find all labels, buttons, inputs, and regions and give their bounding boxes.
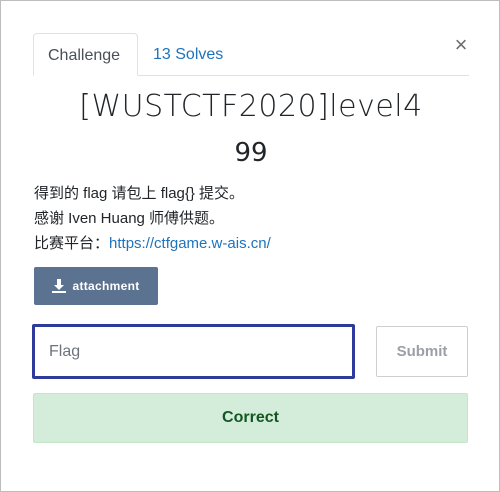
description-line-1: 得到的 flag 请包上 flag{} 提交。	[34, 185, 245, 202]
platform-prefix: 比赛平台：	[34, 235, 110, 252]
tab-challenge[interactable]: Challenge	[33, 33, 138, 76]
challenge-modal: Challenge 13 Solves × [WUSTCTF2020]level…	[0, 0, 500, 492]
challenge-name: [WUSTCTF2020]level4	[79, 89, 423, 124]
description-line-2: 感谢 Iven Huang 师傅供题。	[34, 210, 225, 227]
challenge-description: 得到的 flag 请包上 flag{} 提交。 感谢 Iven Huang 师傅…	[34, 181, 271, 256]
attachment-label: attachment	[72, 279, 140, 293]
tab-bar: Challenge 13 Solves	[33, 33, 469, 76]
flag-input[interactable]	[32, 324, 355, 379]
platform-link[interactable]: https://ctfgame.w-ais.cn/	[109, 235, 271, 252]
tab-solves[interactable]: 13 Solves	[139, 33, 237, 74]
attachment-button[interactable]: attachment	[34, 267, 158, 305]
submit-button[interactable]: Submit	[376, 326, 468, 377]
close-icon[interactable]: ×	[452, 34, 470, 56]
result-message: Correct	[33, 393, 468, 443]
download-icon	[52, 279, 67, 293]
description-line-3: 比赛平台：https://ctfgame.w-ais.cn/	[34, 231, 271, 256]
challenge-value: 99	[234, 138, 268, 168]
